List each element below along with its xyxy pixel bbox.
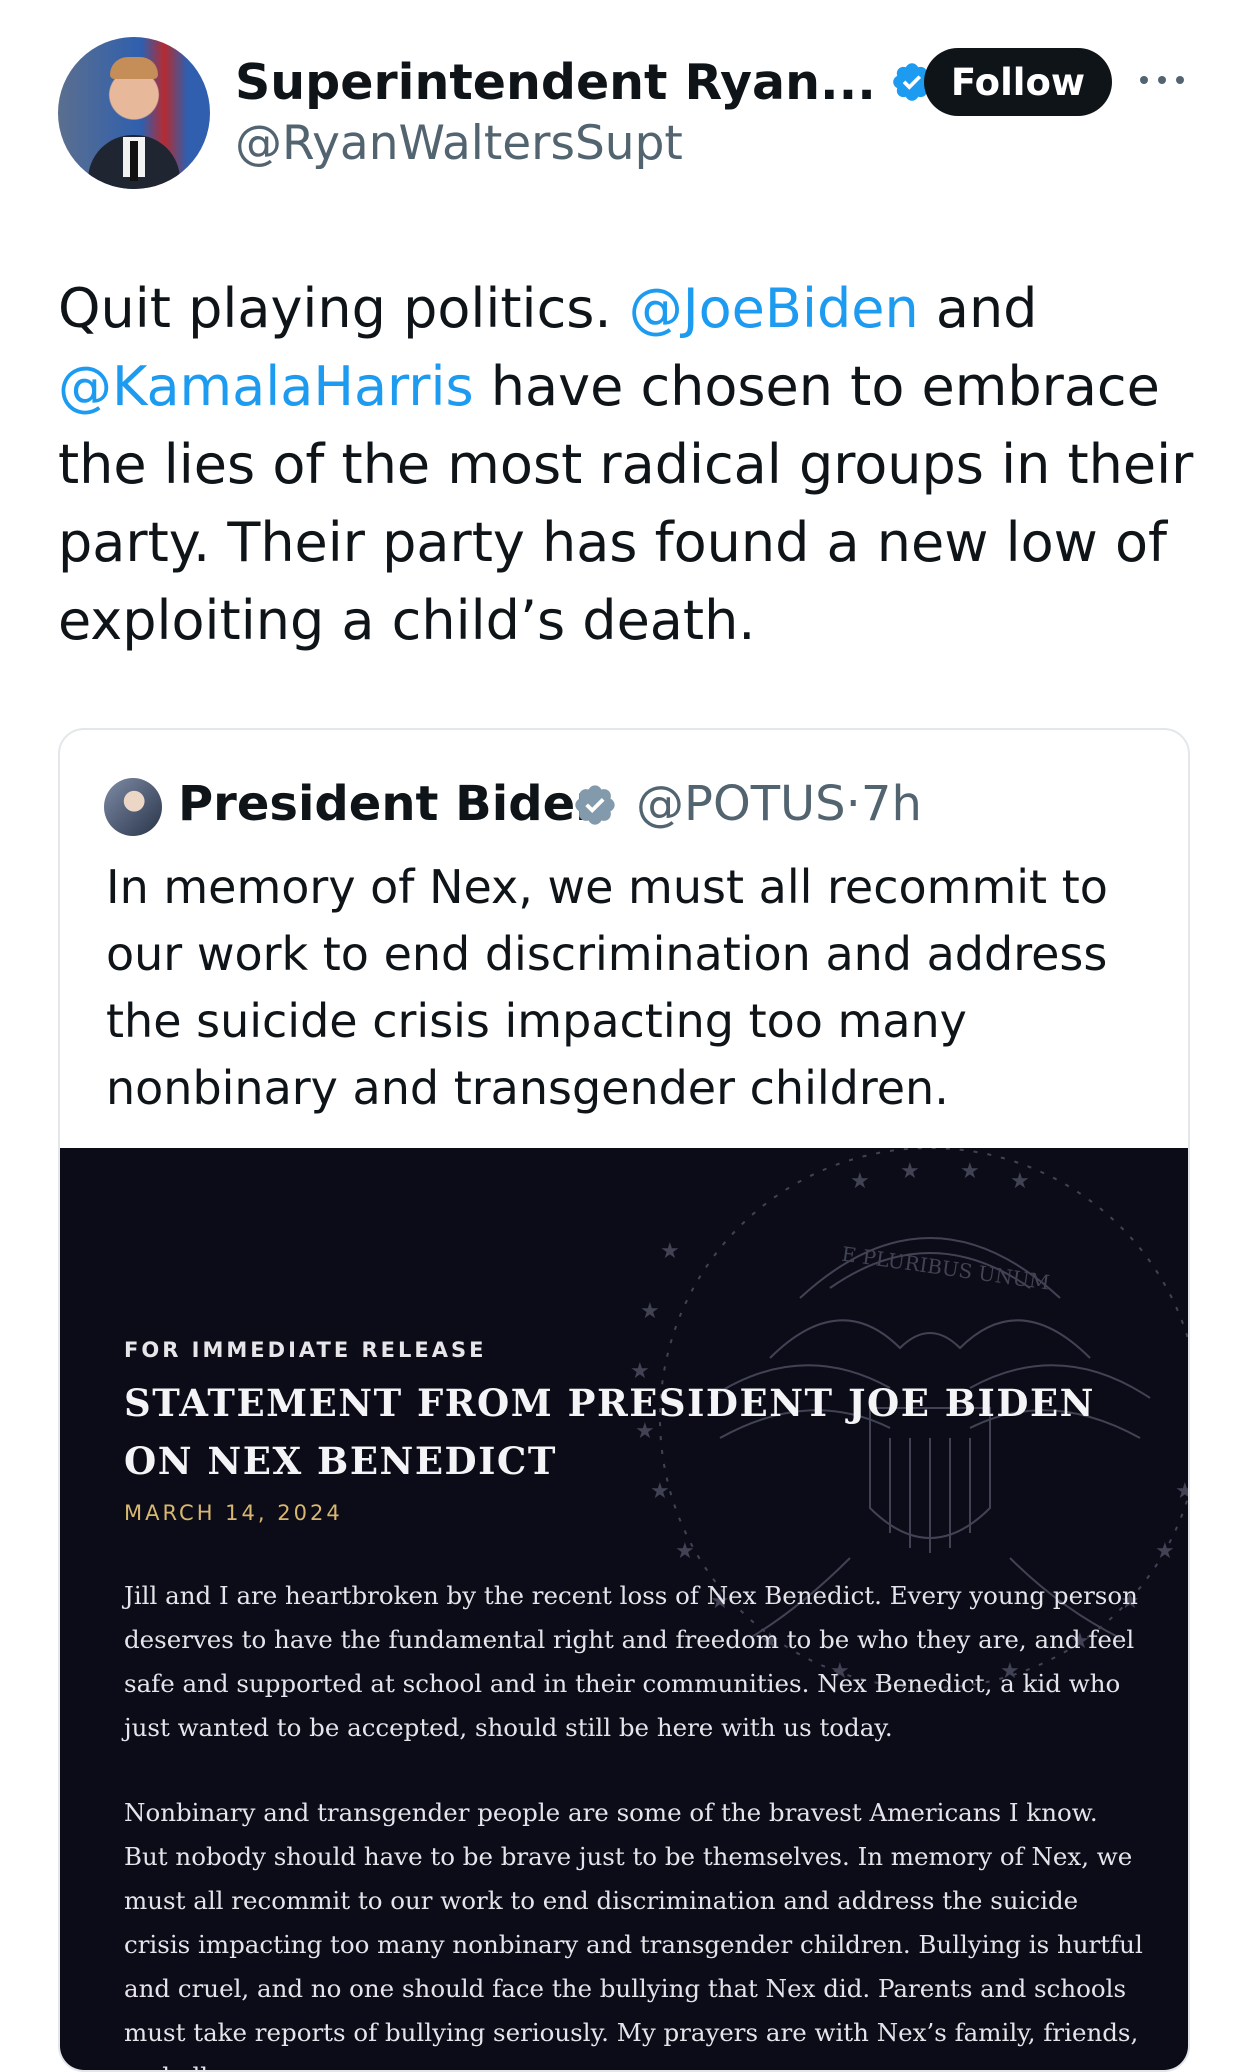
more-dot (1140, 76, 1148, 84)
quoted-tweet-card[interactable]: President Biden @POTUS·7h In memory of N… (58, 728, 1190, 2072)
avatar-tie (130, 141, 138, 181)
seal-motto: E PLURIBUS UNUM (840, 1242, 1051, 1295)
mention-joebiden[interactable]: @JoeBiden (629, 277, 919, 340)
quoted-handle: @POTUS (636, 776, 846, 832)
quoted-author-avatar (104, 778, 162, 836)
more-dot (1176, 76, 1184, 84)
statement-headline: STATEMENT FROM PRESIDENT JOE BIDEN ON NE… (124, 1381, 1095, 1483)
mention-kamalaharris[interactable]: @KamalaHarris (58, 355, 474, 418)
statement-paragraph-2: Nonbinary and transgender people are som… (124, 1798, 1143, 2070)
meta-separator: · (845, 776, 861, 832)
svg-text:★: ★ (850, 1169, 870, 1194)
avatar-hair (110, 57, 158, 79)
svg-text:★: ★ (1175, 1479, 1188, 1504)
more-options-icon[interactable] (1140, 70, 1184, 90)
svg-text:★: ★ (1010, 1169, 1030, 1194)
tweet-text-part: and (918, 277, 1038, 340)
release-date: MARCH 14, 2024 (124, 1501, 343, 1525)
follow-button[interactable]: Follow (924, 48, 1112, 116)
release-label: FOR IMMEDIATE RELEASE (124, 1338, 487, 1362)
quoted-tweet-text: In memory of Nex, we must all recommit t… (106, 860, 1108, 1115)
quoted-meta: @POTUS·7h (636, 776, 922, 832)
more-dot (1158, 76, 1166, 84)
tweet-text-part: Quit playing politics. (58, 277, 629, 340)
quoted-author-name: President Biden (178, 776, 610, 832)
tweet-text: Quit playing politics. @JoeBiden and @Ka… (58, 270, 1198, 660)
svg-text:★: ★ (1155, 1539, 1175, 1564)
author-name-row[interactable]: Superintendent Ryan... (235, 52, 934, 112)
verified-badge-icon (575, 785, 615, 825)
svg-text:★: ★ (660, 1239, 680, 1264)
statement-paragraph-1: Jill and I are heartbroken by the recent… (124, 1581, 1138, 1742)
author-display-name[interactable]: Superintendent Ryan... (235, 54, 876, 111)
svg-text:★: ★ (640, 1299, 660, 1324)
statement-image[interactable]: E PLURIBUS UNUM ★ ★ ★ ★ ★ ★ ★ ★ ★ ★ ★ ★ ★ ★ ★ ★ ★ ★ … (60, 1148, 1188, 2070)
author-handle[interactable]: @RyanWaltersSupt (235, 116, 683, 171)
author-avatar[interactable] (58, 37, 210, 189)
svg-text:★: ★ (900, 1159, 920, 1184)
quoted-time: 7h (860, 776, 922, 832)
svg-text:★: ★ (675, 1539, 695, 1564)
svg-text:★: ★ (960, 1159, 980, 1184)
